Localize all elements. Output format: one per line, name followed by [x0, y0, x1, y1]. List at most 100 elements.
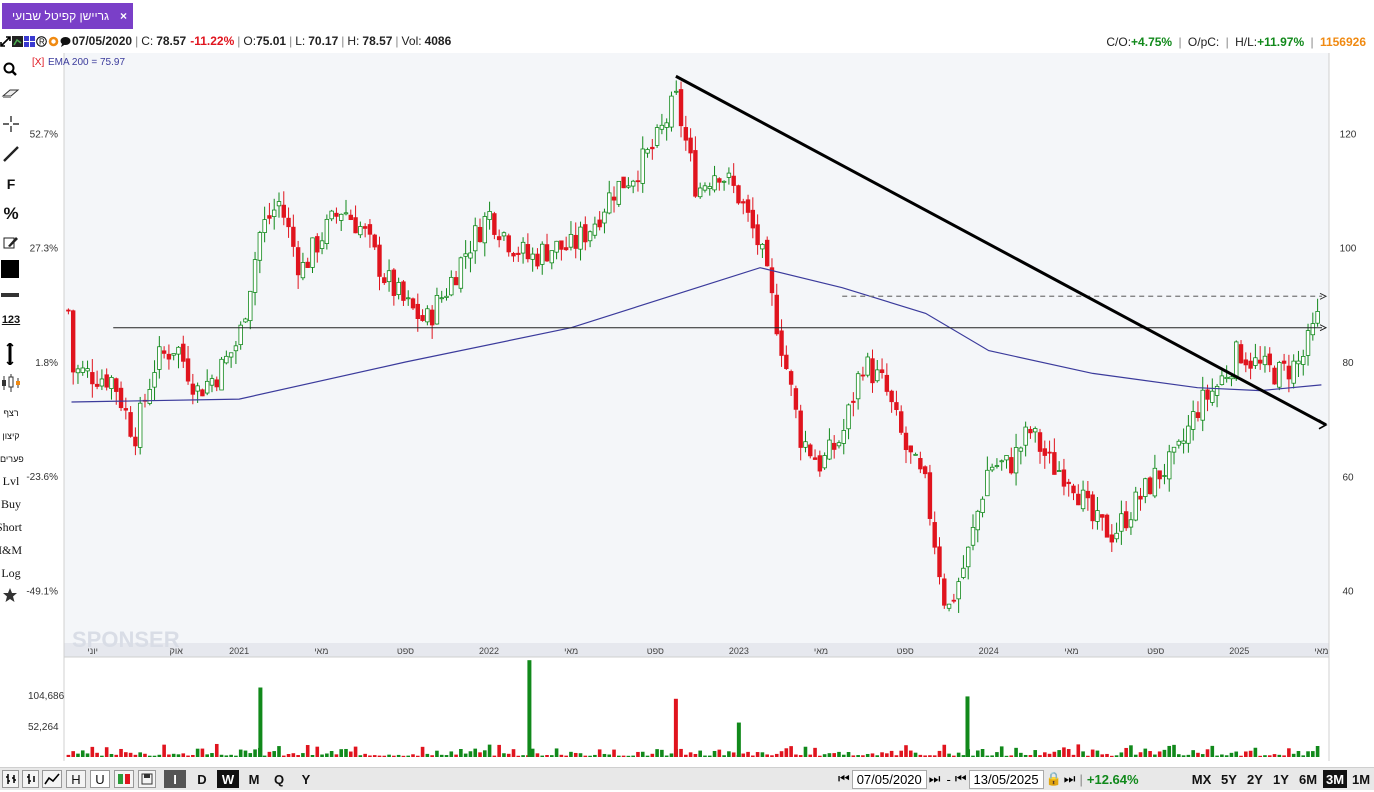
- period-d[interactable]: D: [192, 770, 212, 788]
- tool-short[interactable]: Short: [0, 520, 22, 535]
- range-3m[interactable]: 3M: [1323, 770, 1347, 788]
- tool-lvl[interactable]: Lvl: [0, 474, 22, 489]
- period-y[interactable]: Y: [296, 770, 316, 788]
- candle-up: [300, 262, 306, 279]
- range-1m[interactable]: 1M: [1349, 770, 1373, 788]
- candle-up: [406, 297, 411, 300]
- vertical-line-icon[interactable]: [0, 343, 22, 365]
- time-tick-label: 2023: [729, 646, 749, 656]
- candle-up: [343, 212, 349, 215]
- candle-up: [607, 192, 612, 214]
- tool-seq[interactable]: רצף: [0, 408, 22, 418]
- target-icon[interactable]: [48, 36, 59, 47]
- tool-buy[interactable]: Buy: [0, 497, 22, 512]
- candle-up: [248, 290, 253, 322]
- time-tick-label: ספט: [647, 646, 664, 656]
- volume-bar: [765, 754, 769, 757]
- fibonacci-tool[interactable]: F: [0, 176, 22, 192]
- range-2y[interactable]: 2Y: [1243, 770, 1267, 788]
- candle-up: [1219, 375, 1225, 386]
- volume-bar: [894, 755, 899, 757]
- from-date[interactable]: 07/05/2020: [851, 769, 927, 789]
- chart-tab[interactable]: × גריישן קפיטל שבועי: [2, 3, 133, 29]
- volume-bar: [703, 755, 707, 757]
- candle-up: [1296, 360, 1301, 365]
- star-icon[interactable]: [0, 587, 22, 603]
- volume-bar: [1071, 754, 1076, 757]
- line-style-icon[interactable]: [0, 291, 22, 299]
- volume-bar: [669, 753, 674, 757]
- time-tick-label: 2021: [229, 646, 249, 656]
- candle-down: [831, 442, 837, 450]
- color-icon[interactable]: [0, 259, 22, 279]
- range-mx[interactable]: MX: [1188, 770, 1215, 788]
- percent-tool[interactable]: %: [0, 204, 22, 224]
- volume-bar: [1119, 752, 1124, 757]
- next-page-icon[interactable]: ⏭: [929, 771, 941, 787]
- candle-up: [520, 241, 526, 254]
- u-type-button[interactable]: U: [90, 770, 110, 788]
- eraser-icon[interactable]: [0, 87, 22, 101]
- tool-gaps[interactable]: פערים: [0, 454, 24, 464]
- candle-up: [449, 276, 454, 296]
- line-type-button[interactable]: [42, 770, 62, 788]
- range-5y[interactable]: 5Y: [1217, 770, 1241, 788]
- prev-end-icon[interactable]: ⏮: [955, 771, 967, 787]
- volume-bar: [1028, 755, 1033, 757]
- candle-type-button[interactable]: [114, 770, 134, 788]
- first-page-icon[interactable]: ⏮: [838, 771, 850, 787]
- candle-down: [650, 146, 655, 150]
- range-1y[interactable]: 1Y: [1269, 770, 1293, 788]
- end-page-icon[interactable]: ⏭: [1064, 771, 1076, 787]
- volume-bar: [449, 751, 454, 757]
- expand-icon[interactable]: [0, 35, 11, 47]
- registered-icon[interactable]: R: [36, 35, 47, 47]
- lock-icon[interactable]: 🔒: [1046, 771, 1062, 787]
- bars-type-button[interactable]: [2, 770, 19, 788]
- volume-bar: [1291, 753, 1296, 757]
- volume-bar: [1186, 754, 1191, 757]
- save-button[interactable]: [138, 770, 156, 788]
- candle-up: [243, 318, 248, 323]
- opc-label: O/pC:: [1187, 35, 1220, 49]
- comment-icon[interactable]: [60, 36, 71, 47]
- compare-icon[interactable]: [12, 35, 23, 47]
- h-type-button[interactable]: H: [66, 770, 86, 788]
- candle-down: [597, 219, 602, 228]
- volume-bar: [578, 753, 583, 757]
- volume-bar: [980, 748, 985, 757]
- volume-bar: [162, 744, 166, 757]
- line-icon[interactable]: [0, 145, 22, 163]
- candles-icon[interactable]: [0, 373, 22, 393]
- search-icon[interactable]: [0, 61, 22, 77]
- volume-bar: [1210, 745, 1215, 757]
- candle-up: [664, 122, 669, 128]
- candle-up: [626, 185, 631, 188]
- tool-extreme[interactable]: קיצון: [0, 431, 22, 441]
- price-tick-label: 120: [1340, 129, 1357, 140]
- price-chart[interactable]: SPONSER [X] EMA 200 = 75.97 406080100120…: [22, 53, 1370, 761]
- candle-up: [224, 355, 229, 364]
- crosshair-icon[interactable]: [0, 115, 22, 133]
- candle-down: [544, 244, 550, 262]
- separator-button[interactable]: I: [164, 770, 186, 788]
- close-tab-icon[interactable]: ×: [120, 9, 127, 23]
- volume-bar: [827, 753, 832, 757]
- candle-down: [410, 298, 416, 309]
- period-w[interactable]: W: [217, 770, 239, 788]
- ohlc-type-button[interactable]: [22, 770, 39, 788]
- indicator-remove-button[interactable]: [X]: [32, 57, 44, 68]
- volume-bar: [947, 753, 951, 757]
- count-tool[interactable]: 123: [0, 314, 22, 326]
- chart-area[interactable]: SPONSER [X] EMA 200 = 75.97 40 60 80 100 120…: [22, 53, 1370, 761]
- tool-log[interactable]: Log: [0, 566, 22, 581]
- grid-icon[interactable]: [24, 35, 35, 47]
- candle-down: [128, 412, 133, 437]
- edit-icon[interactable]: [0, 235, 22, 251]
- tool-mm[interactable]: M&M: [0, 543, 22, 558]
- to-date[interactable]: 13/05/2025: [968, 769, 1044, 789]
- period-q[interactable]: Q: [269, 770, 289, 788]
- period-m[interactable]: M: [244, 770, 264, 788]
- volume-bar: [1191, 750, 1195, 757]
- range-6m[interactable]: 6M: [1295, 770, 1321, 788]
